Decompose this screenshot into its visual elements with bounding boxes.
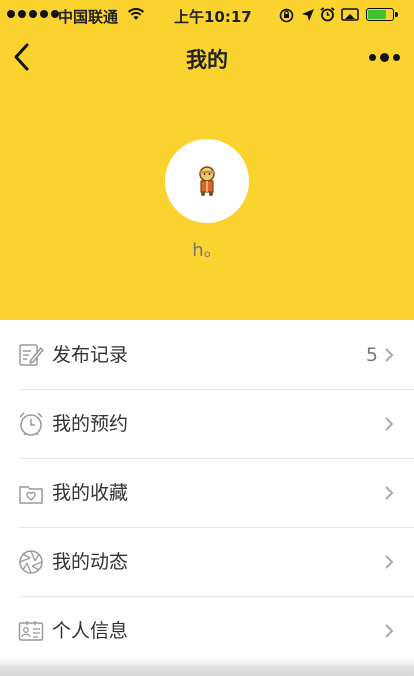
menu-item-personal-info[interactable]: 个人信息 bbox=[0, 596, 414, 665]
chevron-right-icon bbox=[385, 486, 394, 500]
status-time: 上午10:17 bbox=[174, 8, 252, 26]
orientation-lock-icon bbox=[279, 8, 294, 23]
menu-item-label: 个人信息 bbox=[52, 620, 129, 642]
status-bar: 中国联通 上午10:17 bbox=[0, 0, 414, 32]
profile-header: 中国联通 上午10:17 我的 h。 bbox=[0, 0, 414, 320]
location-arrow-icon bbox=[302, 9, 314, 21]
more-dots-icon bbox=[368, 53, 376, 61]
more-button[interactable] bbox=[366, 48, 402, 66]
menu-item-my-activity[interactable]: 我的动态 bbox=[0, 527, 414, 596]
screen: 中国联通 上午10:17 我的 h。 发布记录 5 我的预约 我的收藏 我的动态… bbox=[0, 0, 414, 676]
menu-list: 发布记录 5 我的预约 我的收藏 我的动态 个人信息 bbox=[0, 320, 414, 665]
aperture-icon bbox=[19, 550, 43, 574]
bottom-fade bbox=[0, 656, 414, 676]
monkey-avatar-icon bbox=[199, 166, 215, 196]
carrier-label: 中国联通 bbox=[58, 8, 119, 26]
chevron-right-icon bbox=[385, 348, 394, 362]
avatar[interactable] bbox=[165, 139, 249, 223]
menu-item-label: 我的收藏 bbox=[52, 482, 129, 504]
chevron-right-icon bbox=[385, 417, 394, 431]
alarm-clock-icon bbox=[19, 412, 43, 436]
screen-mirroring-icon bbox=[341, 8, 359, 21]
menu-item-label: 我的动态 bbox=[52, 551, 129, 573]
heart-folder-icon bbox=[19, 486, 43, 504]
chevron-right-icon bbox=[385, 624, 394, 638]
edit-icon bbox=[19, 344, 44, 366]
publish-count: 5 bbox=[365, 344, 378, 366]
signal-dots-icon bbox=[7, 10, 59, 18]
menu-item-label: 我的预约 bbox=[52, 413, 129, 435]
menu-item-label: 发布记录 bbox=[52, 344, 129, 366]
menu-item-my-favorites[interactable]: 我的收藏 bbox=[0, 458, 414, 527]
username: h。 bbox=[192, 240, 222, 261]
navigation-bar: 我的 bbox=[0, 32, 414, 82]
page-title: 我的 bbox=[186, 48, 228, 72]
wifi-icon bbox=[127, 8, 145, 20]
battery-icon bbox=[366, 8, 398, 21]
chevron-right-icon bbox=[385, 555, 394, 569]
menu-item-my-reservations[interactable]: 我的预约 bbox=[0, 389, 414, 458]
menu-item-publish-records[interactable]: 发布记录 5 bbox=[0, 320, 414, 389]
id-card-icon bbox=[18, 621, 44, 641]
alarm-icon bbox=[320, 7, 335, 22]
